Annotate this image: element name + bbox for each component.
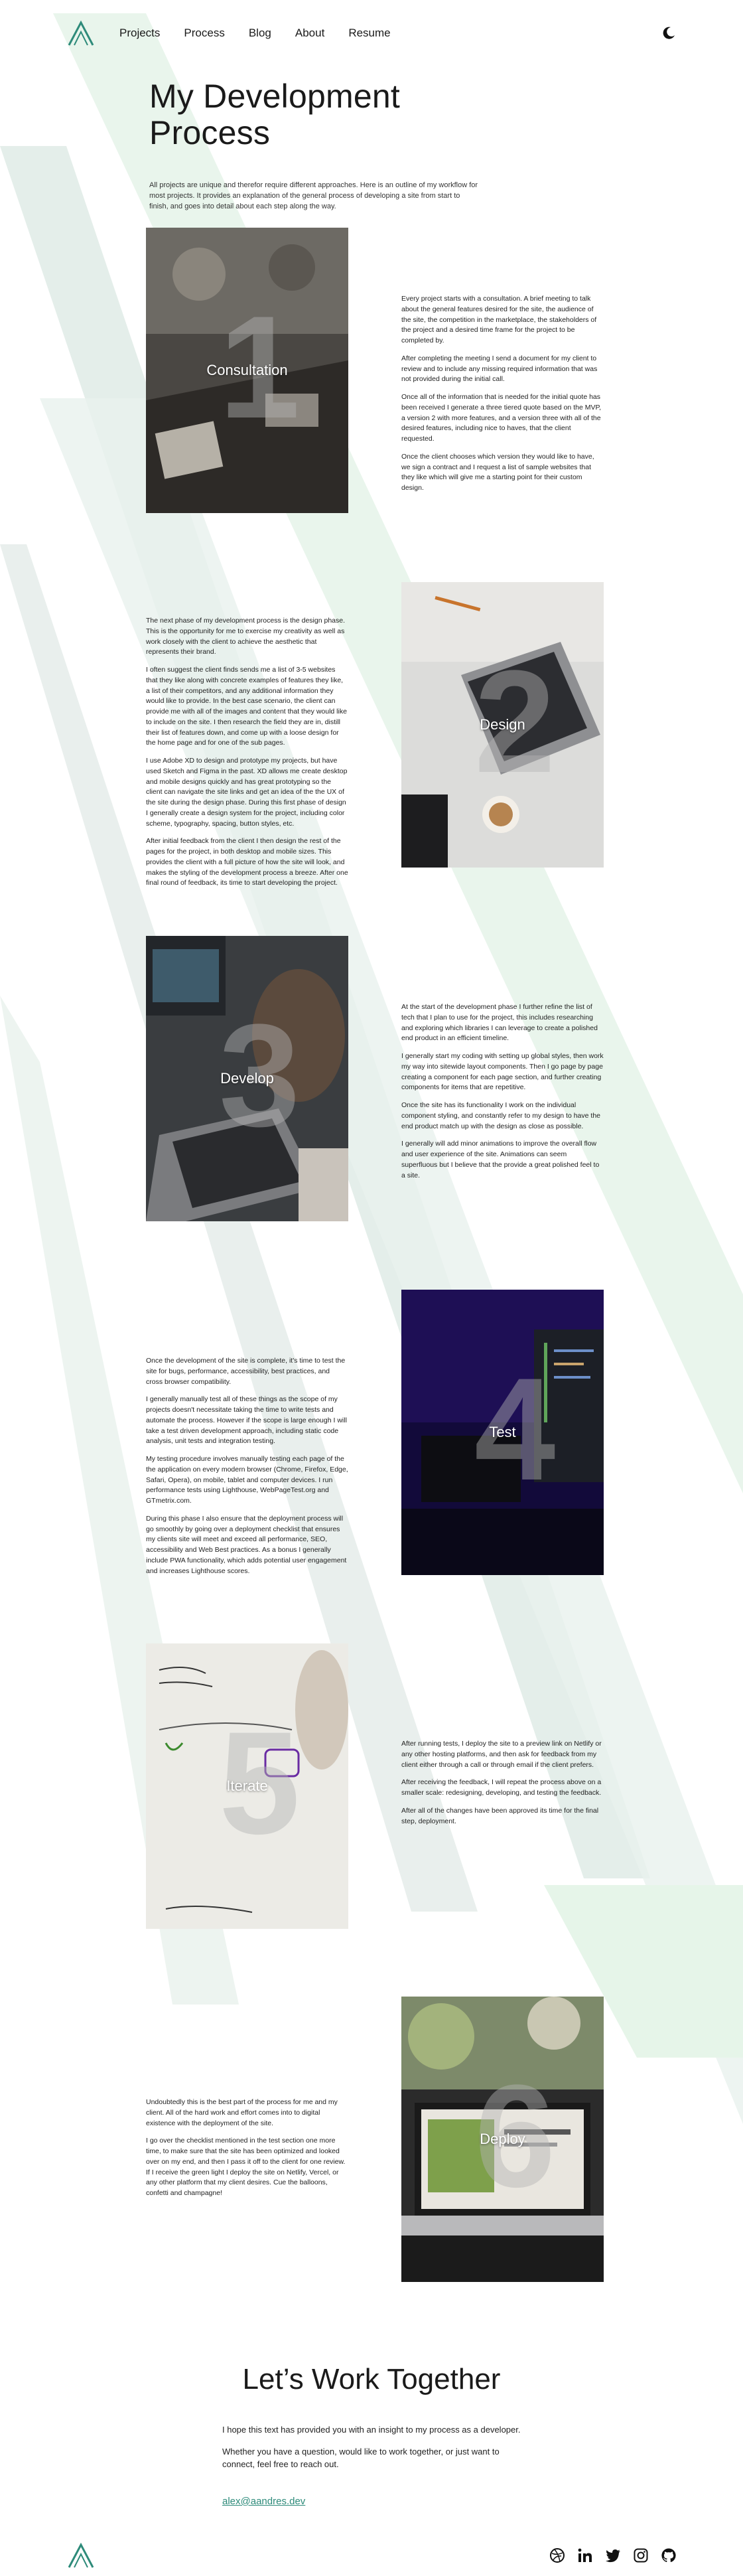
paragraph: After running tests, I deploy the site t… [401,1740,602,1769]
paragraph: I go over the checklist mentioned in the… [146,2137,346,2197]
develop-card: 3 Develop [146,936,348,1221]
moon-icon[interactable] [661,25,677,41]
paragraph: After completing the meeting I send a do… [401,354,598,384]
paragraph: The next phase of my development process… [146,617,346,656]
dribbble-icon[interactable] [549,2547,565,2563]
paragraph: At the start of the development phase I … [401,1003,598,1043]
paragraph: After initial feedback from the client I… [146,837,348,887]
paragraph: Once all of the information that is need… [401,393,602,443]
design-card: 2 Design [401,582,604,868]
paragraph: During this phase I also ensure that the… [146,1514,347,1575]
nav-resume[interactable]: Resume [348,27,390,40]
section-label: Design [480,716,525,733]
section-label: Consultation [206,362,288,378]
test-text: Once the development of the site is comp… [146,1356,348,1584]
background-stripes [0,13,743,2124]
paragraph: I generally will add minor animations to… [401,1140,600,1179]
page-title-line2: Process [149,114,271,151]
github-icon[interactable] [661,2547,677,2563]
iterate-text: After running tests, I deploy the site t… [401,1739,604,1834]
logo-icon[interactable] [66,19,96,48]
consultation-card: 1 Consultation [146,228,348,513]
section-label: Deploy [480,2131,525,2147]
cta-paragraph: Whether you have a question, would like … [222,2446,500,2469]
linkedin-icon[interactable] [577,2547,593,2563]
paragraph: Every project starts with a consultation… [401,295,597,344]
instagram-icon[interactable] [633,2547,649,2563]
email-link[interactable]: alex@aandres.dev [222,2496,305,2507]
social-links [549,2547,677,2563]
paragraph: Once the client chooses which version th… [401,452,594,492]
test-card: 4 Test [401,1290,604,1575]
paragraph: Once the development of the site is comp… [146,1357,346,1386]
deploy-card: 6 Deploy [401,1997,604,2282]
paragraph: My testing procedure involves manually t… [146,1455,348,1505]
page-title-line1: My Development [149,78,400,115]
section-label: Develop [220,1070,274,1087]
nav-about[interactable]: About [295,27,324,40]
page-intro: All projects are unique and therefor req… [149,181,478,210]
paragraph: I use Adobe XD to design and prototype m… [146,757,348,828]
footer-logo-icon[interactable] [66,2541,96,2570]
paragraph: After all of the changes have been appro… [401,1806,599,1825]
cta-title: Let’s Work Together [242,2363,501,2395]
nav-projects[interactable]: Projects [119,27,160,40]
main-nav: Projects Process Blog About Resume [119,27,391,40]
consultation-text: Every project starts with a consultation… [401,294,604,501]
nav-blog[interactable]: Blog [249,27,271,40]
twitter-icon[interactable] [605,2547,621,2563]
paragraph: I generally start my coding with setting… [401,1052,604,1092]
site-header: Projects Process Blog About Resume [0,0,743,66]
page-title: My Development Process [149,78,481,151]
cta-paragraph: I hope this text has provided you with a… [222,2425,521,2435]
paragraph: I generally manually test all of these t… [146,1395,347,1446]
paragraph: Undoubtedly this is the best part of the… [146,2098,338,2127]
cta-text: I hope this text has provided you with a… [222,2424,534,2480]
paragraph: After receiving the feedback, I will rep… [401,1778,602,1797]
develop-text: At the start of the development phase I … [401,1002,604,1188]
section-label: Test [489,1424,516,1440]
section-label: Iterate [226,1778,268,1794]
iterate-card: 5 Iterate [146,1643,348,1929]
site-footer [0,2536,743,2575]
nav-process[interactable]: Process [184,27,224,40]
design-text: The next phase of my development process… [146,616,348,896]
paragraph: I often suggest the client finds sends m… [146,666,347,747]
deploy-text: Undoubtedly this is the best part of the… [146,2097,348,2206]
paragraph: Once the site has its functionality I wo… [401,1101,601,1130]
